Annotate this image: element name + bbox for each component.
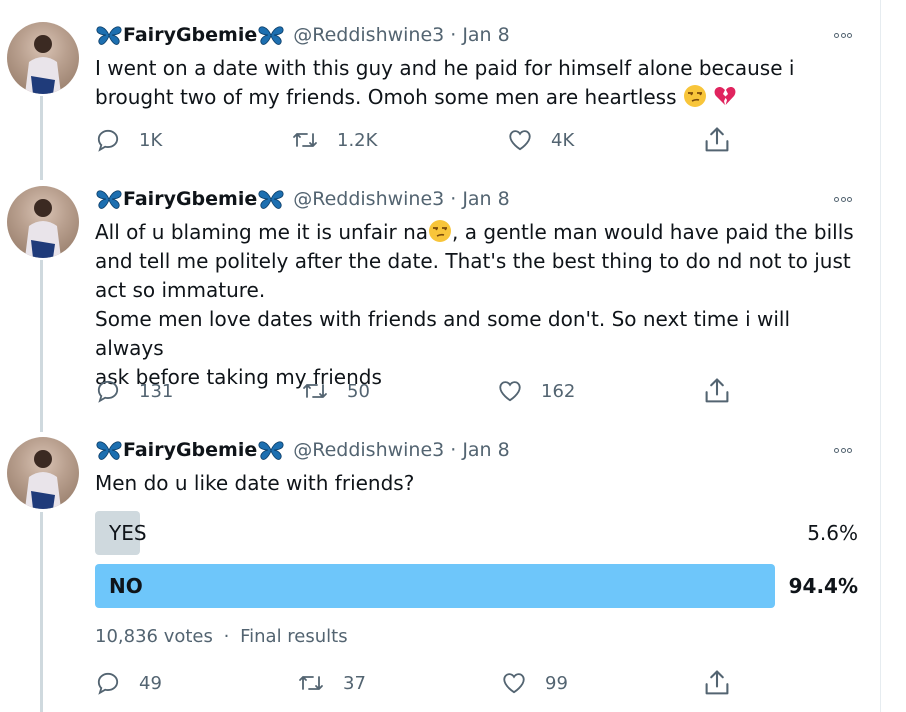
timestamp[interactable]: Jan 8: [462, 439, 509, 461]
reply-button[interactable]: 131: [95, 376, 173, 406]
tweet[interactable]: FairyGbemie @Reddishwine3 · Jan 8 Men do…: [0, 437, 880, 712]
tweet-actions: 1K 1.2K 4K: [95, 125, 745, 155]
retweet-count: 37: [343, 672, 366, 694]
share-button[interactable]: [703, 668, 731, 702]
broken-heart-icon: [714, 87, 736, 105]
separator: ·: [450, 24, 457, 46]
tweet-header: FairyGbemie @Reddishwine3 · Jan 8: [95, 186, 510, 212]
unamused-face-icon: [683, 85, 706, 107]
name-text: FairyGbemie: [123, 24, 258, 46]
reply-icon: [97, 129, 119, 152]
poll-option-label: NO: [109, 574, 143, 598]
timestamp[interactable]: Jan 8: [462, 24, 509, 46]
poll-votes: 10,836 votes: [95, 626, 213, 647]
poll-bar: [95, 564, 775, 608]
avatar[interactable]: [7, 186, 79, 258]
share-icon: [705, 670, 729, 695]
like-button[interactable]: 99: [501, 668, 568, 698]
retweet-count: 50: [347, 380, 370, 402]
poll-option-percent: 94.4%: [788, 574, 858, 598]
avatar[interactable]: [7, 22, 79, 94]
share-button[interactable]: [703, 376, 731, 410]
poll-option-no: NO 94.4%: [95, 564, 858, 608]
tweet[interactable]: FairyGbemie @Reddishwine3 · Jan 8 All of…: [0, 186, 880, 416]
like-icon: [509, 130, 531, 151]
poll-meta: 10,836 votes · Final results: [95, 626, 348, 647]
tweet-text: All of u blaming me it is unfair na , a g…: [95, 218, 865, 392]
display-name[interactable]: FairyGbemie: [95, 24, 285, 46]
like-count: 99: [545, 672, 568, 694]
name-text: FairyGbemie: [123, 439, 258, 461]
butterfly-icon: [258, 26, 284, 45]
retweet-button[interactable]: 37: [297, 668, 366, 698]
butterfly-icon: [258, 441, 284, 460]
tweet-line: act so immature.: [95, 278, 266, 302]
tweet-line: Some men love dates with friends and som…: [95, 307, 791, 360]
tweet-actions: 131 50 162: [95, 376, 745, 406]
retweet-count: 1.2K: [337, 129, 378, 151]
tweet-text: I went on a date with this guy and he pa…: [95, 54, 865, 112]
display-name[interactable]: FairyGbemie: [95, 439, 285, 461]
reply-button[interactable]: 1K: [95, 125, 162, 155]
tweet-header: FairyGbemie @Reddishwine3 · Jan 8: [95, 437, 510, 463]
more-icon[interactable]: [828, 26, 858, 44]
like-count: 4K: [551, 129, 575, 151]
separator: ·: [223, 626, 230, 647]
retweet-icon: [299, 676, 323, 690]
poll-option-percent: 5.6%: [807, 521, 858, 545]
unamused-face-icon: [429, 220, 452, 242]
butterfly-icon: [258, 190, 284, 209]
share-button[interactable]: [703, 125, 731, 159]
retweet-button[interactable]: 1.2K: [291, 125, 377, 155]
poll-option-label: YES: [109, 521, 147, 545]
like-icon: [503, 673, 525, 694]
handle[interactable]: @Reddishwine3: [293, 24, 444, 46]
tweet[interactable]: FairyGbemie @Reddishwine3 · Jan 8 I went…: [0, 22, 880, 172]
poll-status: Final results: [240, 626, 348, 647]
tweet-line: Men do u like date with friends?: [95, 471, 415, 495]
more-icon[interactable]: [828, 441, 858, 459]
share-icon: [705, 378, 729, 403]
avatar[interactable]: [7, 437, 79, 509]
handle[interactable]: @Reddishwine3: [293, 439, 444, 461]
like-icon: [499, 381, 521, 402]
separator: ·: [450, 188, 457, 210]
share-icon: [705, 127, 729, 152]
butterfly-icon: [96, 26, 122, 45]
poll-option-yes: YES 5.6%: [95, 511, 858, 555]
retweet-icon: [303, 384, 327, 398]
timestamp[interactable]: Jan 8: [462, 188, 509, 210]
reply-count: 49: [139, 672, 162, 694]
tweet-text: Men do u like date with friends?: [95, 469, 865, 498]
more-icon[interactable]: [828, 190, 858, 208]
display-name[interactable]: FairyGbemie: [95, 188, 285, 210]
like-count: 162: [541, 380, 576, 402]
handle[interactable]: @Reddishwine3: [293, 188, 444, 210]
tweet-line: I went on a date with this guy and he pa…: [95, 56, 795, 80]
tweet-line: , a gentle man would have paid the bills: [452, 220, 854, 244]
reply-count: 131: [139, 380, 174, 402]
butterfly-icon: [96, 190, 122, 209]
tweet-line: brought two of my friends. Omoh some men…: [95, 85, 677, 109]
reply-icon: [97, 380, 119, 403]
reply-button[interactable]: 49: [95, 668, 162, 698]
tweet-actions: 49 37 99: [95, 668, 745, 698]
like-button[interactable]: 162: [497, 376, 575, 406]
reply-icon: [97, 672, 119, 695]
butterfly-icon: [96, 441, 122, 460]
tweet-line: and tell me politely after the date. Tha…: [95, 249, 851, 273]
reply-count: 1K: [139, 129, 163, 151]
retweet-button[interactable]: 50: [301, 376, 370, 406]
tweet-header: FairyGbemie @Reddishwine3 · Jan 8: [95, 22, 510, 48]
separator: ·: [450, 439, 457, 461]
like-button[interactable]: 4K: [507, 125, 574, 155]
retweet-icon: [293, 133, 317, 147]
tweet-line: All of u blaming me it is unfair na: [95, 220, 429, 244]
timeline-border: [880, 0, 881, 712]
name-text: FairyGbemie: [123, 188, 258, 210]
